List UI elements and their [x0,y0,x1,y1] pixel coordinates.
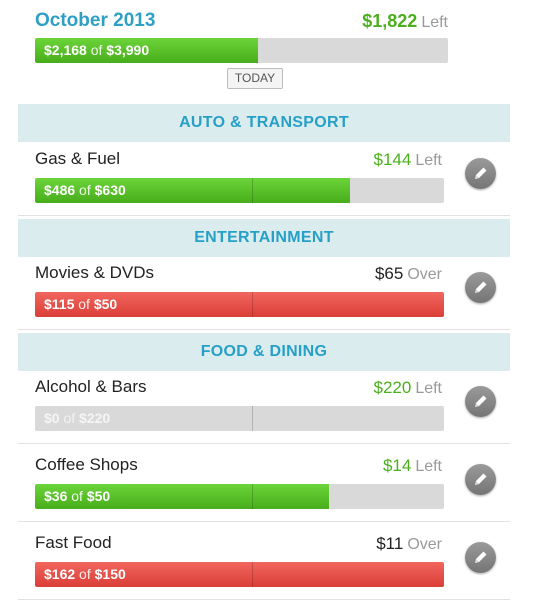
category-of: of [71,488,83,504]
month-title: October 2013 [35,10,156,31]
category-progress-bar: $162 of $150 [35,562,444,587]
pencil-icon [475,395,487,407]
edit-budget-button[interactable] [465,272,496,303]
budget-row[interactable]: Coffee Shops $14 Left $36 of $50 [18,446,510,522]
budget-row[interactable]: Movies & DVDs $65 Over $115 of $50 [18,254,510,330]
status-word: Left [415,458,442,475]
category-name: Movies & DVDs [35,263,155,282]
budgets-screen: October 2013 $1,822 Left $2,168 of $3,990… [18,0,510,612]
section-header: FOOD & DINING [18,333,510,371]
status-word: Left [415,380,442,397]
status-amount: $14 [382,456,412,475]
category-spent: $115 [44,296,75,312]
budget-row[interactable]: Gas & Fuel $144 Left $486 of $630 [18,140,510,216]
category-name: Gas & Fuel [35,149,121,168]
category-budget: $50 [86,488,111,504]
today-tick [252,406,253,431]
category-progress-bar: $0 of $220 [35,406,444,431]
category-progress-label: $162 of $150 [44,562,126,587]
category-status: $220 Left [373,378,442,398]
today-tick [252,292,253,317]
category-spent: $486 [44,182,76,198]
status-word: Over [407,266,442,283]
section-header: AUTO & TRANSPORT [18,104,510,142]
today-tick [252,562,253,587]
category-status: $11 Over [376,534,442,554]
category-of: of [78,296,90,312]
summary-progress-bar: $2,168 of $3,990 [35,38,448,63]
category-spent: $36 [44,488,68,504]
today-tick [252,484,253,509]
budget-row[interactable]: Fast Food $11 Over $162 of $150 [18,524,510,600]
category-name: Fast Food [35,533,112,552]
summary-of: of [90,42,103,58]
category-progress-bar: $36 of $50 [35,484,444,509]
edit-budget-button[interactable] [465,464,496,495]
status-amount: $65 [374,264,404,283]
category-spent: $162 [44,566,76,582]
category-of: of [63,410,76,426]
pencil-icon [475,551,487,563]
category-status: $14 Left [383,456,442,476]
pencil-icon [475,167,487,179]
budget-row[interactable]: Alcohol & Bars $220 Left $0 of $220 [18,368,510,444]
edit-budget-button[interactable] [465,158,496,189]
section-header: ENTERTAINMENT [18,219,510,257]
category-progress-bar: $486 of $630 [35,178,444,203]
status-amount: $11 [376,534,404,553]
category-progress-label: $0 of $220 [44,406,110,431]
category-progress-label: $115 of $50 [44,292,117,317]
edit-budget-button[interactable] [465,386,496,417]
summary-remaining-amount: $1,822 [362,11,418,31]
category-progress-label: $486 of $630 [44,178,126,203]
summary-spent: $2,168 [44,42,87,58]
category-spent: $0 [44,410,60,426]
category-progress-bar: $115 of $50 [35,292,444,317]
today-tick [252,178,253,203]
category-status: $65 Over [375,264,442,284]
status-word: Left [415,152,442,169]
monthly-summary: October 2013 $1,822 Left $2,168 of $3,990… [18,0,510,104]
summary-remaining: $1,822 Left [362,11,448,32]
edit-budget-button[interactable] [465,542,496,573]
summary-budget: $3,990 [106,42,150,58]
category-name: Coffee Shops [35,455,138,474]
summary-remaining-word: Left [421,14,448,31]
category-progress-label: $36 of $50 [44,484,110,509]
category-budget: $150 [94,566,126,582]
category-of: of [79,182,91,198]
status-amount: $144 [373,150,412,169]
status-word: Over [407,536,442,553]
category-status: $144 Left [373,150,442,170]
today-marker: TODAY [227,68,283,89]
category-budget: $220 [79,410,111,426]
summary-progress-label: $2,168 of $3,990 [44,38,149,63]
category-budget: $630 [94,182,126,198]
pencil-icon [475,473,487,485]
status-amount: $220 [373,378,412,397]
pencil-icon [475,281,487,293]
category-name: Alcohol & Bars [35,377,147,396]
category-of: of [79,566,91,582]
category-budget: $50 [93,296,118,312]
